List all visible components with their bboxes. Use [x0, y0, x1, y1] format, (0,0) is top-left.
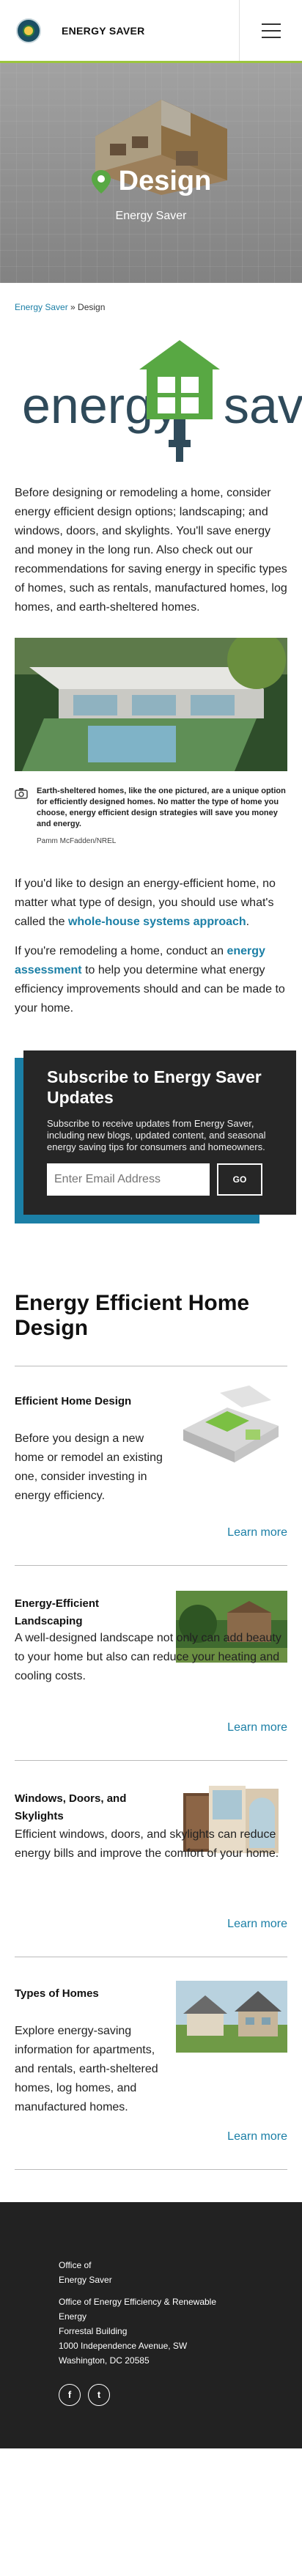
homes-photo: [176, 1981, 287, 2053]
subscribe-block: Subscribe to Energy Saver Updates Subscr…: [15, 1050, 296, 1223]
footer-city: Washington, DC 20585: [59, 2355, 150, 2366]
doe-seal-icon[interactable]: [16, 18, 41, 43]
whole-house-systems-link[interactable]: whole-house systems approach: [68, 916, 246, 928]
hero-banner: Design Energy Saver: [0, 63, 302, 283]
card-energy-efficient-landscaping[interactable]: Energy-Efficient Landscaping A well-desi…: [15, 1566, 287, 1761]
card-title[interactable]: Efficient Home Design: [15, 1393, 131, 1410]
footer-office-label: Office of: [59, 2260, 92, 2270]
map-pin-icon: [91, 169, 111, 194]
footer-address: 1000 Independence Avenue, SW: [59, 2341, 188, 2351]
card-description: Explore energy-saving information for ap…: [15, 2025, 158, 2113]
breadcrumb-separator: »: [67, 302, 78, 312]
camera-icon: [15, 788, 28, 799]
card-types-of-homes[interactable]: Types of Homes Explore energy-saving inf…: [15, 1957, 287, 2170]
subscribe-text: Subscribe to receive updates from Energy…: [47, 1118, 266, 1152]
site-footer: Office of Energy Saver Office of Energy …: [0, 2202, 302, 2448]
house-plug-icon: [139, 340, 220, 462]
facebook-icon[interactable]: f: [59, 2384, 81, 2406]
learn-more-link[interactable]: Learn more: [227, 2130, 287, 2143]
photo-caption: Earth-sheltered homes, like the one pict…: [0, 771, 302, 830]
hamburger-icon: [261, 23, 281, 25]
energy-saver-logo: energy sav: [0, 324, 302, 471]
social-links: f t: [59, 2384, 302, 2406]
menu-button[interactable]: [239, 0, 302, 61]
photo-credit: Pamm McFadden/NREL: [37, 837, 117, 845]
learn-more-link[interactable]: Learn more: [227, 1721, 287, 1734]
card-efficient-home-design[interactable]: Efficient Home Design Before you design …: [15, 1366, 287, 1566]
subscribe-title: Subscribe to Energy Saver Updates: [47, 1067, 262, 1107]
footer-office-name[interactable]: Energy Saver: [59, 2273, 302, 2287]
footer-parent-office[interactable]: Office of Energy Efficiency & Renewable …: [59, 2295, 242, 2324]
learn-more-link[interactable]: Learn more: [227, 1918, 287, 1931]
card-title[interactable]: Windows, Doors, and Skylights: [15, 1790, 154, 1825]
card-title[interactable]: Energy-Efficient Landscaping: [15, 1595, 147, 1630]
card-description: A well-designed landscape not only can a…: [15, 1632, 281, 1682]
learn-more-link[interactable]: Learn more: [227, 1526, 287, 1539]
subscribe-go-button[interactable]: GO: [217, 1163, 262, 1196]
site-name[interactable]: ENERGY SAVER: [62, 25, 145, 37]
remodel-paragraph: If you're remodeling a home, conduct an …: [15, 945, 285, 1015]
card-windows-doors-skylights[interactable]: Windows, Doors, and Skylights Efficient …: [15, 1761, 287, 1957]
breadcrumb: Energy Saver » Design: [0, 283, 302, 312]
logo-text-saver: sav: [224, 377, 302, 434]
card-description: Efficient windows, doors, and skylights …: [15, 1828, 279, 1860]
twitter-icon[interactable]: t: [88, 2384, 110, 2406]
page-title: Design: [118, 166, 212, 196]
footer-building: Forrestal Building: [59, 2326, 128, 2336]
email-input[interactable]: [47, 1163, 210, 1196]
intro-paragraph: Before designing or remodeling a home, c…: [15, 487, 287, 614]
hero-subtitle: Energy Saver: [115, 210, 187, 222]
site-header: ENERGY SAVER: [0, 0, 302, 63]
breadcrumb-current: Design: [78, 302, 106, 312]
card-description: Before you design a new home or remodel …: [15, 1432, 163, 1502]
breadcrumb-home-link[interactable]: Energy Saver: [15, 302, 68, 312]
section-title: Energy Efficient Home Design: [15, 1291, 250, 1340]
whole-house-paragraph: If you'd like to design an energy-effici…: [15, 877, 276, 928]
card-title[interactable]: Types of Homes: [15, 1985, 99, 2003]
earth-sheltered-home-photo: [15, 638, 287, 771]
caption-text: Earth-sheltered homes, like the one pict…: [37, 787, 286, 828]
house-model-image: [176, 1385, 287, 1466]
subscribe-panel: Subscribe to Energy Saver Updates Subscr…: [23, 1050, 296, 1215]
